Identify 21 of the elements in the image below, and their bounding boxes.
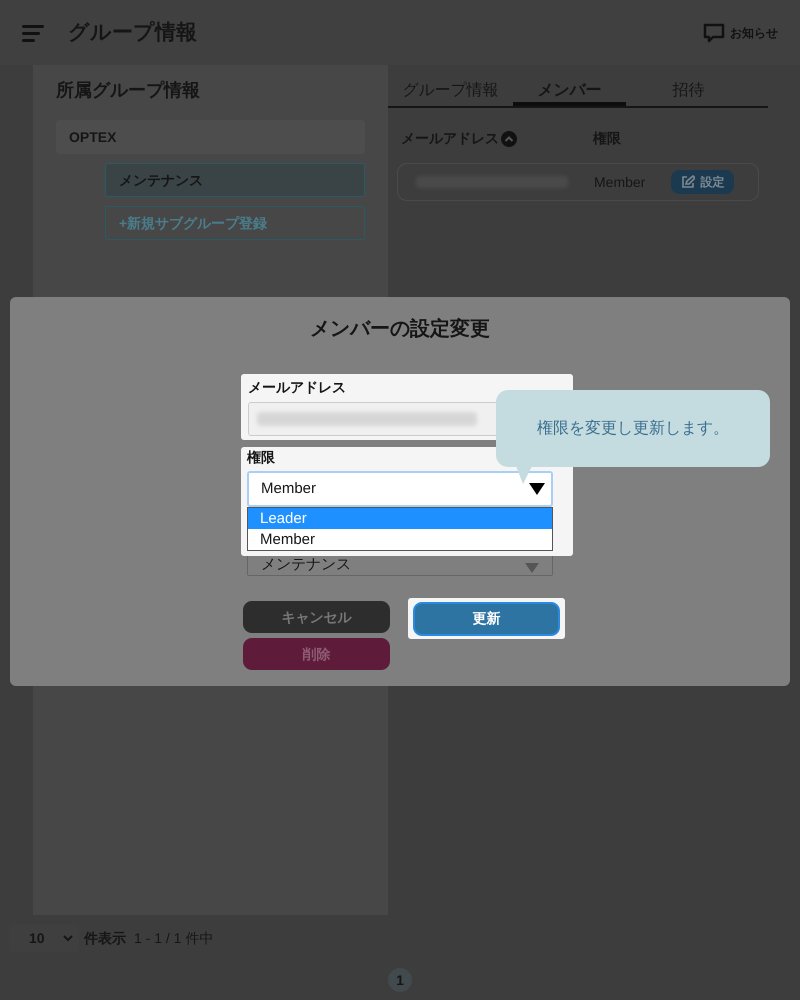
dialog-title: メンバーの設定変更	[310, 318, 490, 340]
menu-icon[interactable]	[22, 22, 46, 42]
field-label: 権限	[247, 448, 276, 466]
settings-button[interactable]: 設定	[671, 170, 734, 194]
add-subgroup-button[interactable]: +新規サブグループ登録	[105, 206, 365, 240]
chevron-down-icon	[63, 934, 73, 942]
tooltip-tail-icon	[516, 466, 532, 484]
dropdown-option[interactable]: Leader	[248, 508, 552, 529]
group-item[interactable]: OPTEX	[56, 120, 365, 154]
edit-icon	[681, 175, 696, 189]
sort-up-icon[interactable]	[501, 130, 517, 146]
update-button[interactable]: 更新	[413, 602, 560, 636]
chat-icon	[703, 22, 725, 42]
cancel-button[interactable]: キャンセル	[243, 601, 390, 633]
page-number[interactable]: 1	[388, 968, 412, 992]
delete-button[interactable]: 削除	[243, 638, 390, 670]
caret-down-icon	[529, 483, 545, 495]
field-label: メールアドレス	[248, 378, 347, 396]
hint-tooltip: 権限を変更し更新します。	[496, 390, 770, 467]
role-select[interactable]: Member	[247, 471, 553, 507]
caret-down-icon	[525, 563, 539, 573]
